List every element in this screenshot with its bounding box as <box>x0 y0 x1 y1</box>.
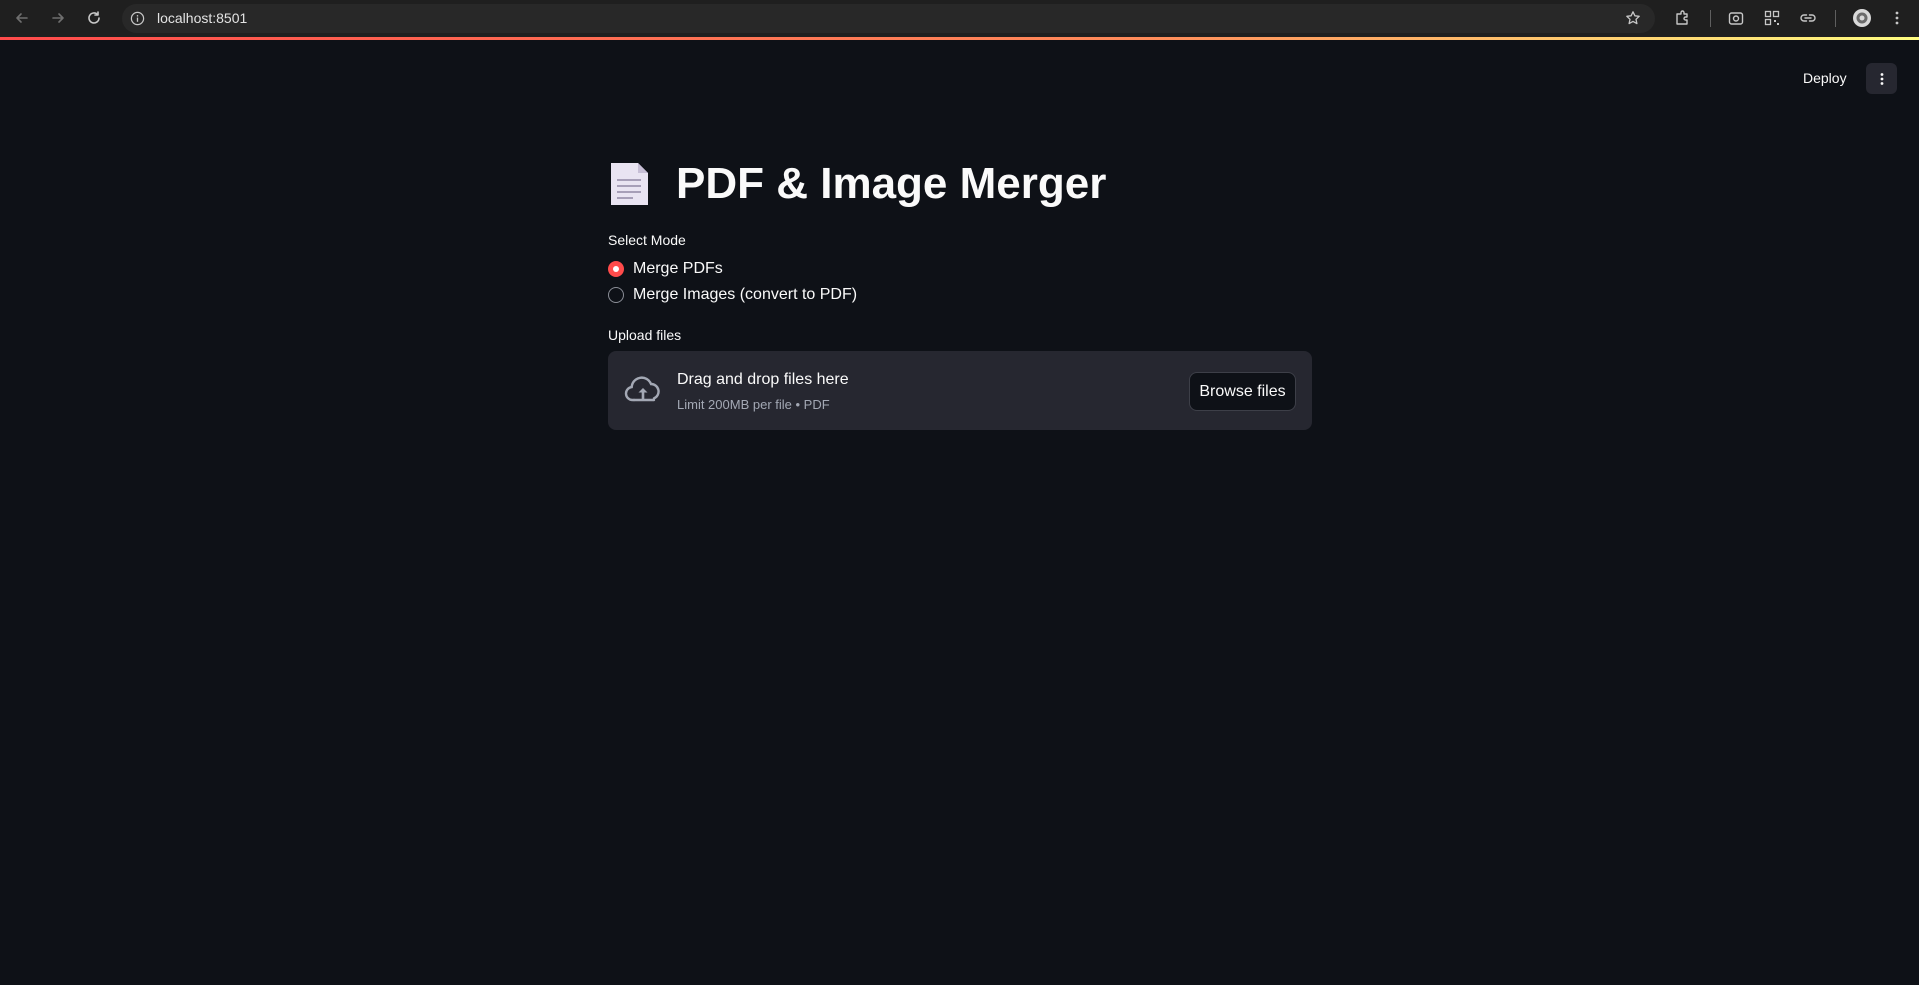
profile-avatar-icon[interactable] <box>1852 8 1872 28</box>
back-button[interactable] <box>10 6 34 30</box>
file-dropzone[interactable]: Drag and drop files here Limit 200MB per… <box>608 351 1312 430</box>
dropzone-limit-text: Limit 200MB per file • PDF <box>677 397 830 412</box>
cloud-upload-icon <box>624 376 660 402</box>
radio-merge-pdfs[interactable]: Merge PDFs <box>608 259 723 279</box>
radio-label[interactable]: Merge PDFs <box>633 259 723 279</box>
deploy-button[interactable]: Deploy <box>1803 68 1847 88</box>
bookmark-star-icon[interactable] <box>1625 10 1641 26</box>
reload-button[interactable] <box>82 6 106 30</box>
radio-merge-images[interactable]: Merge Images (convert to PDF) <box>608 285 857 305</box>
radio-selected-indicator[interactable] <box>608 261 624 277</box>
browser-toolbar: localhost:8501 <box>0 0 1919 37</box>
link-icon[interactable] <box>1799 9 1817 27</box>
upload-files-label: Upload files <box>608 327 682 343</box>
address-bar[interactable]: localhost:8501 <box>122 4 1655 33</box>
document-icon <box>611 163 648 205</box>
forward-button[interactable] <box>46 6 70 30</box>
toolbar-divider <box>1710 10 1711 27</box>
browser-menu-icon[interactable] <box>1888 9 1906 27</box>
toolbar-divider <box>1835 10 1836 27</box>
radio-label[interactable]: Merge Images (convert to PDF) <box>633 285 857 305</box>
reload-icon <box>88 11 100 24</box>
screenshot-icon[interactable] <box>1727 9 1745 27</box>
info-icon[interactable] <box>130 11 145 26</box>
arrow-right-icon <box>52 13 64 23</box>
page-title: PDF & Image Merger <box>676 159 1107 208</box>
dropzone-title: Drag and drop files here <box>677 371 849 388</box>
status-gradient-bar <box>0 37 1919 40</box>
extensions-icon[interactable] <box>1674 9 1692 27</box>
select-mode-label: Select Mode <box>608 232 686 248</box>
qr-code-icon[interactable] <box>1763 9 1781 27</box>
main-menu-button[interactable] <box>1866 63 1897 94</box>
radio-unselected-indicator[interactable] <box>608 287 624 303</box>
browse-files-button[interactable]: Browse files <box>1189 372 1296 411</box>
url-text[interactable]: localhost:8501 <box>157 10 247 27</box>
arrow-left-icon <box>16 13 28 23</box>
page-title-row: PDF & Image Merger <box>608 156 1106 212</box>
kebab-menu-icon <box>1880 72 1883 85</box>
